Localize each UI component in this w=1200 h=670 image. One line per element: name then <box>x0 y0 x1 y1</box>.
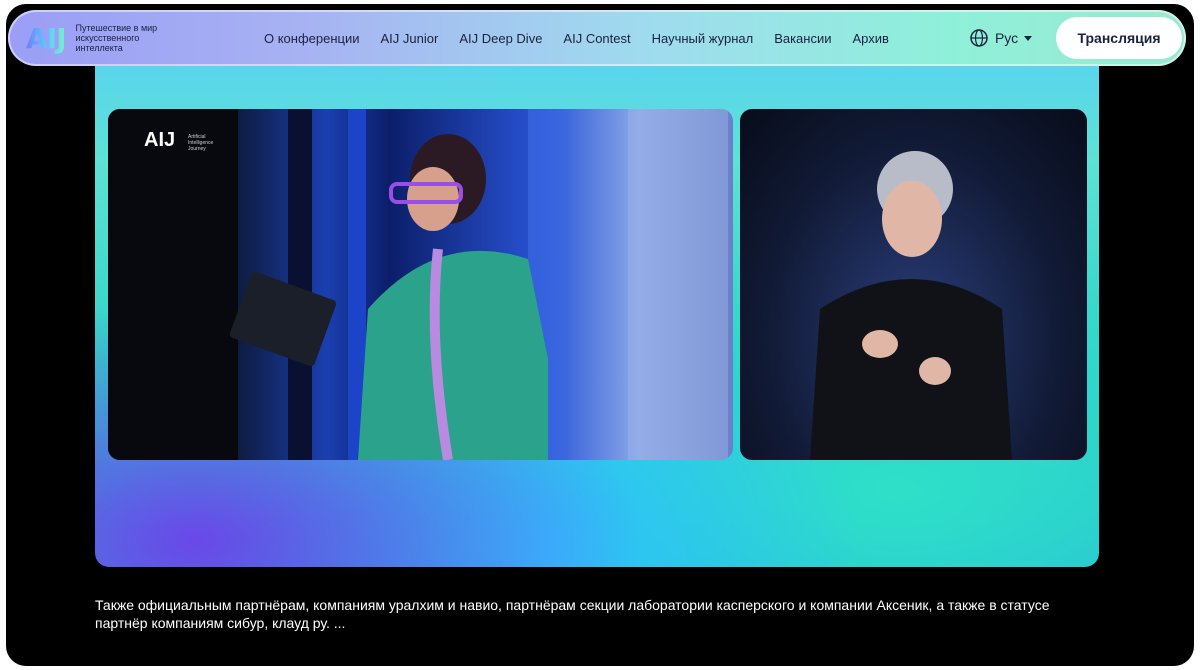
video-logo-subtitle: Artificial Intelligence Journey <box>188 134 214 152</box>
main-video[interactable]: AIJ Artificial Intelligence Journey <box>108 109 733 460</box>
sign-language-video[interactable] <box>740 109 1087 460</box>
video-logo: AIJ <box>144 129 176 151</box>
speaker-illustration <box>108 109 728 460</box>
interpreter-illustration <box>810 151 1012 460</box>
live-stream-button[interactable]: Трансляция <box>1056 17 1182 59</box>
nav-item-journal[interactable]: Научный журнал <box>652 31 754 46</box>
logo-tagline: Путешествие в мир искусственного интелле… <box>75 23 158 53</box>
nav-item-contest[interactable]: AIJ Contest <box>563 31 630 46</box>
main-nav: О конференции AIJ Junior AIJ Deep Dive A… <box>264 31 910 46</box>
logo-mark: AIJ <box>26 21 67 55</box>
top-navigation-bar: AIJ Путешествие в мир искусственного инт… <box>8 10 1186 66</box>
language-selector[interactable]: Рус <box>970 29 1033 47</box>
nav-item-vacancies[interactable]: Вакансии <box>774 31 831 46</box>
nav-item-archive[interactable]: Архив <box>853 31 889 46</box>
nav-item-junior[interactable]: AIJ Junior <box>381 31 439 46</box>
nav-item-about[interactable]: О конференции <box>264 31 360 46</box>
video-subtitles: Также официальным партнёрам, компаниям у… <box>95 597 1050 631</box>
chevron-down-icon <box>1024 35 1033 41</box>
language-label: Рус <box>994 30 1019 46</box>
globe-icon <box>970 29 988 47</box>
brand-logo[interactable]: AIJ Путешествие в мир искусственного инт… <box>26 22 246 55</box>
nav-item-deep-dive[interactable]: AIJ Deep Dive <box>459 31 542 46</box>
